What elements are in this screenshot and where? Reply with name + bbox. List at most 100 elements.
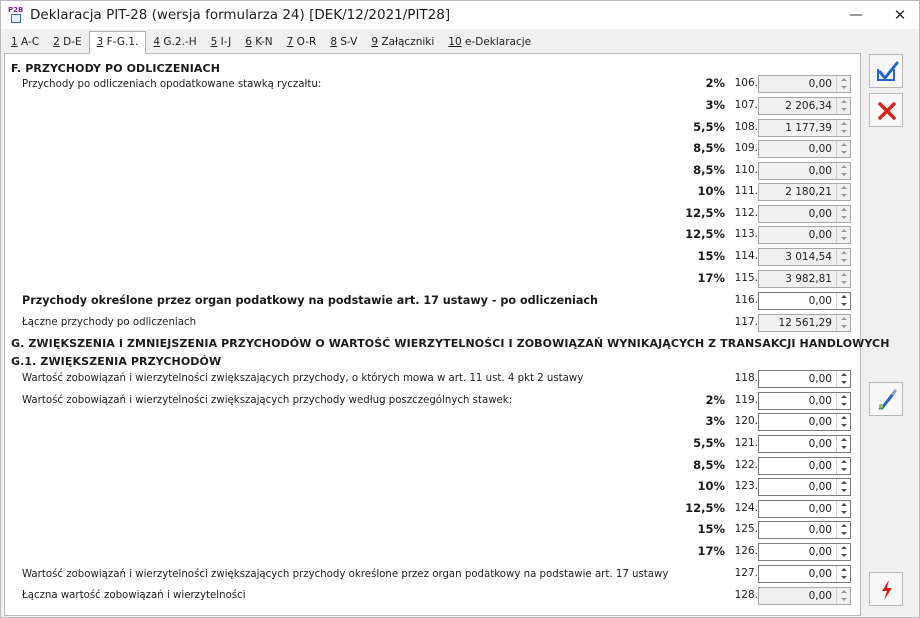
spin-up-icon[interactable] (837, 393, 850, 401)
spinner[interactable] (836, 393, 850, 409)
close-icon[interactable]: ✕ (890, 6, 910, 24)
spin-down-icon[interactable] (837, 214, 850, 222)
spin-down-icon[interactable] (837, 379, 850, 387)
spinner[interactable] (836, 98, 850, 114)
spin-down-icon[interactable] (837, 530, 850, 538)
spin-up-icon[interactable] (837, 227, 850, 235)
spinner[interactable] (836, 271, 850, 287)
tab-8[interactable]: 8 S-V (323, 32, 364, 53)
spin-up-icon[interactable] (837, 293, 850, 301)
spin-up-icon[interactable] (837, 588, 850, 596)
f-value-field-2[interactable]: 1 177,39 (758, 119, 851, 137)
spinner[interactable] (836, 522, 850, 538)
tab-6[interactable]: 6 K-N (238, 32, 279, 53)
g-value-field-total[interactable]: 0,00 (758, 587, 851, 605)
tab-3[interactable]: 3 F-G.1. (88, 31, 147, 54)
f-value-field-5[interactable]: 2 180,21 (758, 183, 851, 201)
f-value-field-4[interactable]: 0,00 (758, 162, 851, 180)
spinner[interactable] (836, 206, 850, 222)
spin-down-icon[interactable] (837, 422, 850, 430)
spin-up-icon[interactable] (837, 501, 850, 509)
spin-down-icon[interactable] (837, 192, 850, 200)
spinner[interactable] (836, 141, 850, 157)
f-value-field-3[interactable]: 0,00 (758, 140, 851, 158)
spin-up-icon[interactable] (837, 566, 850, 574)
spinner[interactable] (836, 293, 850, 309)
spin-down-icon[interactable] (837, 444, 850, 452)
spin-up-icon[interactable] (837, 184, 850, 192)
spin-down-icon[interactable] (837, 84, 850, 92)
spinner[interactable] (836, 184, 850, 200)
tab-1[interactable]: 1 A-C (4, 32, 46, 53)
spinner[interactable] (836, 544, 850, 560)
spinner[interactable] (836, 227, 850, 243)
spin-down-icon[interactable] (837, 552, 850, 560)
spin-down-icon[interactable] (837, 301, 850, 309)
spinner[interactable] (836, 371, 850, 387)
spin-up-icon[interactable] (837, 544, 850, 552)
spin-up-icon[interactable] (837, 414, 850, 422)
g-value-field-7[interactable]: 0,00 (758, 543, 851, 561)
spin-down-icon[interactable] (837, 235, 850, 243)
g-value-field-5[interactable]: 0,00 (758, 500, 851, 518)
spin-down-icon[interactable] (837, 487, 850, 495)
spinner[interactable] (836, 76, 850, 92)
spin-down-icon[interactable] (837, 257, 850, 265)
spin-up-icon[interactable] (837, 163, 850, 171)
f-value-field-6[interactable]: 0,00 (758, 205, 851, 223)
spin-up-icon[interactable] (837, 522, 850, 530)
edit-button[interactable] (869, 382, 903, 416)
spinner[interactable] (836, 588, 850, 604)
g-value-field-art11[interactable]: 0,00 (758, 370, 851, 388)
lightning-button[interactable] (869, 572, 903, 606)
spinner[interactable] (836, 436, 850, 452)
tab-4[interactable]: 4 G.2.-H (146, 32, 203, 53)
spin-up-icon[interactable] (837, 458, 850, 466)
save-button[interactable] (869, 54, 903, 88)
f-value-field-8[interactable]: 3 014,54 (758, 248, 851, 266)
minimize-icon[interactable]: — (846, 6, 866, 24)
spinner[interactable] (836, 249, 850, 265)
spinner[interactable] (836, 315, 850, 331)
f-value-field-7[interactable]: 0,00 (758, 226, 851, 244)
spin-down-icon[interactable] (837, 106, 850, 114)
spinner[interactable] (836, 120, 850, 136)
f-value-field-1[interactable]: 2 206,34 (758, 97, 851, 115)
spin-up-icon[interactable] (837, 249, 850, 257)
tab-2[interactable]: 2 D-E (46, 32, 89, 53)
spin-up-icon[interactable] (837, 120, 850, 128)
tab-9[interactable]: 9 Załączniki (364, 32, 441, 53)
g-value-field-4[interactable]: 0,00 (758, 478, 851, 496)
spin-up-icon[interactable] (837, 436, 850, 444)
g-value-field-art17[interactable]: 0,00 (758, 565, 851, 583)
spin-down-icon[interactable] (837, 509, 850, 517)
spin-up-icon[interactable] (837, 371, 850, 379)
g-value-field-6[interactable]: 0,00 (758, 521, 851, 539)
spin-up-icon[interactable] (837, 98, 850, 106)
spinner[interactable] (836, 479, 850, 495)
spin-down-icon[interactable] (837, 128, 850, 136)
spin-down-icon[interactable] (837, 596, 850, 604)
spin-down-icon[interactable] (837, 149, 850, 157)
spin-down-icon[interactable] (837, 574, 850, 582)
f-value-field-9[interactable]: 3 982,81 (758, 270, 851, 288)
spinner[interactable] (836, 501, 850, 517)
spin-up-icon[interactable] (837, 271, 850, 279)
spin-up-icon[interactable] (837, 141, 850, 149)
spinner[interactable] (836, 566, 850, 582)
spin-up-icon[interactable] (837, 76, 850, 84)
f-value-field-0[interactable]: 0,00 (758, 75, 851, 93)
spin-down-icon[interactable] (837, 466, 850, 474)
g-value-field-2[interactable]: 0,00 (758, 435, 851, 453)
spin-up-icon[interactable] (837, 206, 850, 214)
tab-10[interactable]: 10 e-Deklaracje (441, 32, 538, 53)
cancel-button[interactable] (869, 93, 903, 127)
tab-5[interactable]: 5 I-J (204, 32, 239, 53)
spin-down-icon[interactable] (837, 323, 850, 331)
spin-down-icon[interactable] (837, 171, 850, 179)
spinner[interactable] (836, 458, 850, 474)
f-value-field-art17[interactable]: 0,00 (758, 292, 851, 310)
g-value-field-1[interactable]: 0,00 (758, 413, 851, 431)
f-value-field-total[interactable]: 12 561,29 (758, 314, 851, 332)
spin-down-icon[interactable] (837, 279, 850, 287)
